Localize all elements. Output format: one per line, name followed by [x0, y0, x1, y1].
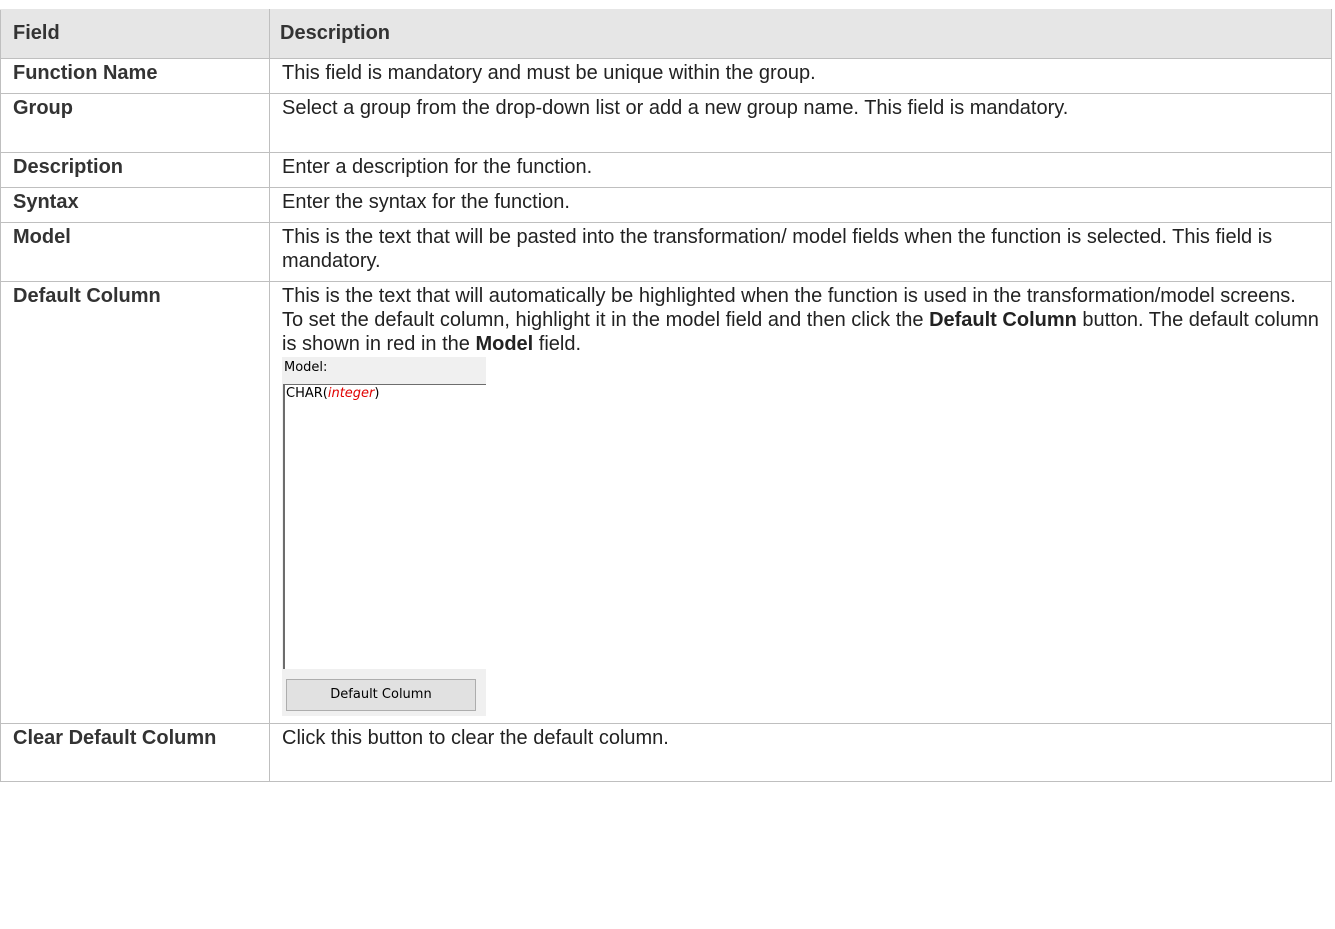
- field-description: Select a group from the drop-down list o…: [269, 93, 1332, 153]
- model-text-suffix: ): [374, 386, 380, 401]
- column-header-field: Field: [0, 9, 270, 59]
- model-default-column-highlight: integer: [327, 386, 375, 401]
- model-label: Model:: [284, 360, 328, 375]
- table-row: Model This is the text that will be past…: [0, 222, 1332, 282]
- model-text-prefix: CHAR(: [286, 386, 328, 401]
- table-row: Syntax Enter the syntax for the function…: [0, 187, 1332, 223]
- field-description: Enter the syntax for the function.: [269, 187, 1332, 223]
- field-description: This is the text that will be pasted int…: [269, 222, 1332, 282]
- field-description: Click this button to clear the default c…: [269, 723, 1332, 782]
- field-description: This field is mandatory and must be uniq…: [269, 58, 1332, 94]
- description-bold-term: Default Column: [929, 309, 1077, 331]
- default-column-button[interactable]: Default Column: [286, 679, 476, 711]
- table-row: Group Select a group from the drop-down …: [0, 93, 1332, 153]
- table-row: Description Enter a description for the …: [0, 152, 1332, 188]
- description-text: field.: [533, 333, 582, 355]
- field-description: This is the text that will automatically…: [269, 281, 1332, 724]
- model-text: CHAR(integer): [286, 386, 379, 402]
- table-row: Clear Default Column Click this button t…: [0, 723, 1332, 782]
- table-row: Function Name This field is mandatory an…: [0, 58, 1332, 94]
- field-name: Model: [0, 222, 270, 282]
- field-description: Enter a description for the function.: [269, 152, 1332, 188]
- model-textarea[interactable]: CHAR(integer): [283, 384, 486, 669]
- column-header-description: Description: [269, 9, 1332, 59]
- field-description-table: Field Description Function Name This fie…: [0, 9, 1332, 782]
- table-row: Default Column This is the text that wil…: [0, 281, 1332, 724]
- field-name: Description: [0, 152, 270, 188]
- field-name: Function Name: [0, 58, 270, 94]
- table-header-row: Field Description: [0, 9, 1332, 59]
- description-bold-term: Model: [475, 333, 534, 355]
- field-name: Default Column: [0, 281, 270, 724]
- model-panel-screenshot: Model: CHAR(integer) Default Column: [282, 357, 486, 716]
- field-name: Group: [0, 93, 270, 153]
- field-name: Clear Default Column: [0, 723, 270, 782]
- field-name: Syntax: [0, 187, 270, 223]
